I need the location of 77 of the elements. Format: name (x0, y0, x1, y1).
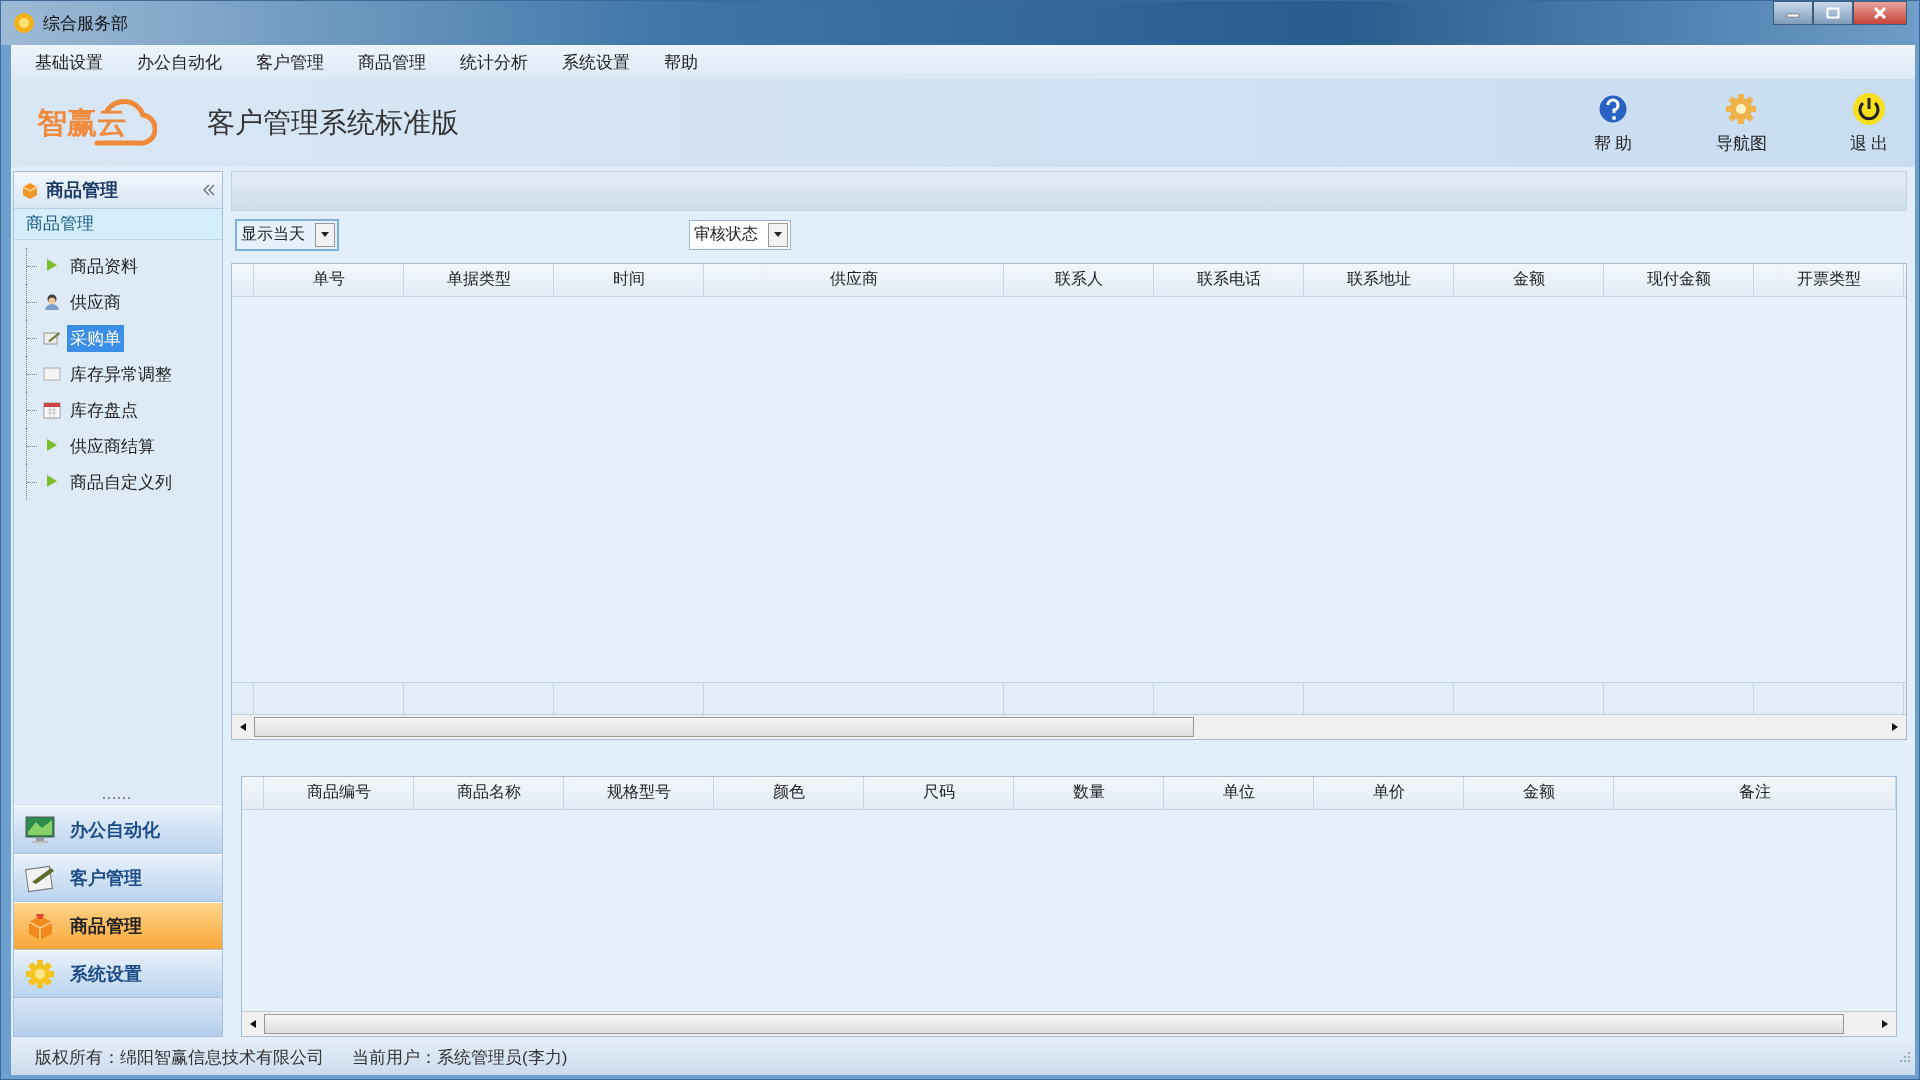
column-header[interactable]: 金额 (1464, 776, 1614, 809)
menu-item[interactable]: 系统设置 (562, 50, 630, 74)
column-header[interactable]: 单据类型 (404, 263, 554, 296)
window-title: 综合服务部 (43, 12, 128, 35)
column-header[interactable]: 单号 (254, 263, 404, 296)
status-text: 版权所有：绵阳智赢信息技术有限公司 (35, 1046, 324, 1069)
toolbar-button[interactable]: 帮 助 (1585, 91, 1641, 155)
app-title: 客户管理系统标准版 (207, 106, 459, 140)
tree-item[interactable]: 供应商 (67, 288, 124, 316)
menu-item[interactable]: 商品管理 (358, 50, 426, 74)
tree-item[interactable]: 库存盘点 (67, 396, 141, 424)
power-icon (1852, 91, 1886, 126)
menu-item[interactable]: 办公自动化 (137, 50, 222, 74)
column-header[interactable]: 联系电话 (1154, 263, 1304, 296)
dropdown-arrow-icon (321, 232, 329, 238)
scroll-right-icon (1892, 722, 1898, 731)
menu-item[interactable]: 统计分析 (460, 50, 528, 74)
gear-icon (24, 958, 56, 990)
collapse-icon (202, 184, 216, 196)
close-icon (1873, 7, 1887, 19)
column-header[interactable]: 尺码 (864, 776, 1014, 809)
logo-text: 智赢云 (37, 104, 127, 141)
tree-item[interactable]: 商品自定义列 (67, 468, 175, 496)
scroll-left-icon (250, 1020, 256, 1028)
person-icon (43, 293, 61, 311)
tree-item[interactable]: 商品资料 (67, 252, 141, 280)
box-icon (20, 180, 40, 200)
minimize-button[interactable] (1773, 1, 1813, 25)
scroll-left-icon (240, 722, 246, 731)
scroll-thumb[interactable] (264, 1014, 1844, 1034)
scroll-thumb[interactable] (254, 716, 1194, 737)
column-header[interactable]: 商品名称 (414, 776, 564, 809)
status-text: 当前用户：系统管理员(李力) (352, 1046, 568, 1069)
monitor-icon (24, 814, 56, 846)
column-header[interactable]: 颜色 (714, 776, 864, 809)
column-header[interactable]: 开票类型 (1754, 263, 1904, 296)
column-header[interactable]: 供应商 (704, 263, 1004, 296)
toolbar-button[interactable]: 退 出 (1841, 91, 1897, 155)
column-header[interactable]: 商品编号 (264, 776, 414, 809)
tree-item[interactable]: 库存异常调整 (67, 360, 175, 388)
horizontal-scrollbar[interactable] (242, 1011, 1896, 1036)
app-icon (13, 12, 35, 34)
column-header[interactable]: 单位 (1164, 776, 1314, 809)
panel-title: 商品管理 (46, 179, 118, 202)
filter-dropdown[interactable]: 显示当天 (235, 218, 339, 251)
resize-grip-icon (1899, 1051, 1911, 1063)
toolbar-button[interactable]: 导航图 (1713, 91, 1769, 155)
nav-button[interactable]: 办公自动化 (14, 806, 222, 854)
filter-dropdown[interactable]: 审核状态 (689, 219, 791, 250)
maximize-icon (1826, 7, 1840, 19)
column-header[interactable]: 数量 (1014, 776, 1164, 809)
column-header[interactable]: 时间 (554, 263, 704, 296)
column-header[interactable]: 备注 (1614, 776, 1896, 809)
grip-icon (103, 796, 133, 800)
close-button[interactable] (1853, 1, 1907, 25)
dropdown-arrow-icon (774, 232, 782, 238)
scroll-right-icon (1882, 1020, 1888, 1028)
menu-item[interactable]: 客户管理 (256, 50, 324, 74)
horizontal-scrollbar[interactable] (232, 713, 1906, 739)
section-header: 商品管理 (14, 209, 222, 240)
column-header[interactable]: 联系地址 (1304, 263, 1454, 296)
calendar-icon (43, 401, 61, 419)
blank-icon (43, 365, 61, 383)
nav-button[interactable]: 系统设置 (14, 950, 222, 998)
maximize-button[interactable] (1813, 1, 1853, 25)
column-header[interactable]: 现付金额 (1604, 263, 1754, 296)
column-header[interactable]: 金额 (1454, 263, 1604, 296)
menu-item[interactable]: 帮助 (664, 50, 698, 74)
column-header[interactable]: 单价 (1314, 776, 1464, 809)
nav-button[interactable]: 商品管理 (14, 902, 222, 950)
gear-icon (1724, 91, 1758, 126)
menu-item[interactable]: 基础设置 (35, 50, 103, 74)
edit-icon (43, 329, 61, 347)
tree-item[interactable]: 供应商结算 (67, 432, 158, 460)
nav-button[interactable]: 客户管理 (14, 854, 222, 902)
column-header[interactable]: 规格型号 (564, 776, 714, 809)
column-header[interactable]: 联系人 (1004, 263, 1154, 296)
